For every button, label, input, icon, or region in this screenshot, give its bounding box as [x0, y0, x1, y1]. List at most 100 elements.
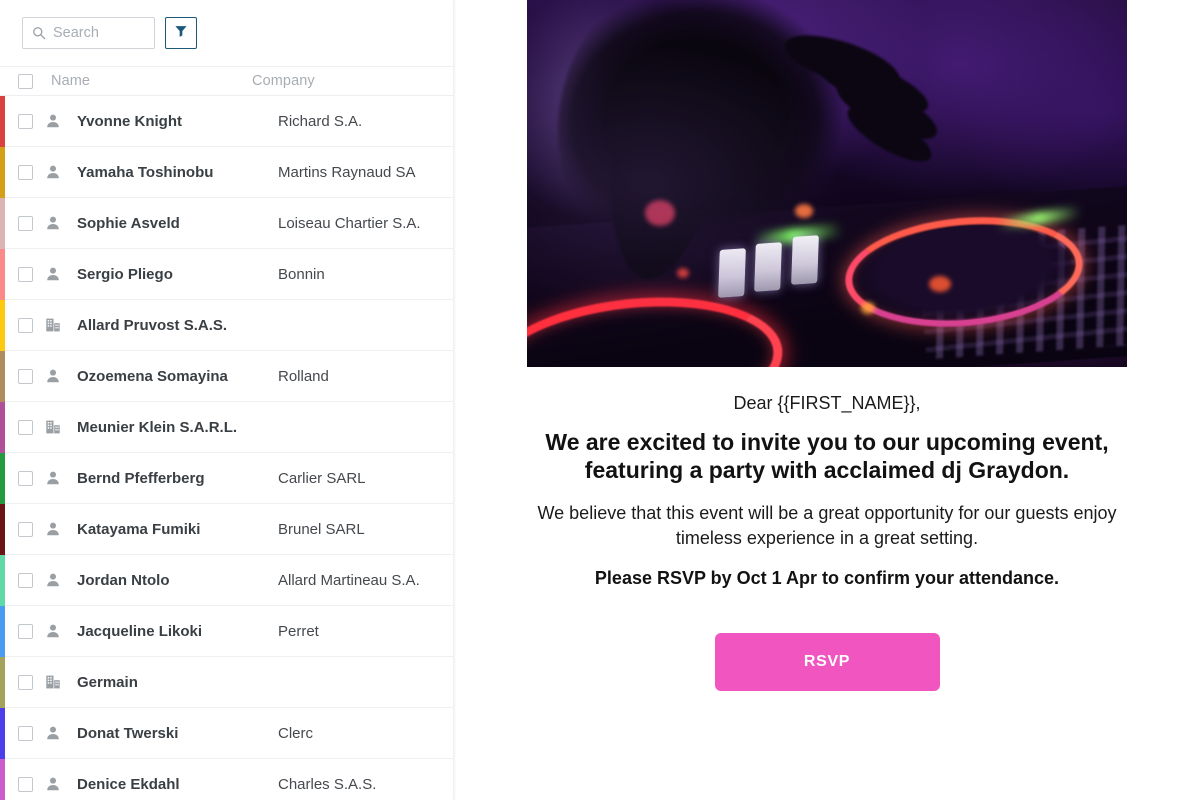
- email-preview-panel: Dear {{FIRST_NAME}}, We are excited to i…: [453, 0, 1200, 800]
- row-name: Jacqueline Likoki: [77, 622, 203, 640]
- row-checkbox-cell[interactable]: [5, 572, 45, 588]
- row-checkbox[interactable]: [17, 623, 33, 639]
- filter-button[interactable]: [165, 17, 197, 49]
- select-all-cell[interactable]: [5, 73, 45, 89]
- light-bokeh-5: [677, 268, 689, 278]
- row-name: Germain: [77, 673, 138, 691]
- row-checkbox-cell[interactable]: [5, 164, 45, 180]
- row-checkbox[interactable]: [17, 317, 33, 333]
- row-checkbox[interactable]: [17, 368, 33, 384]
- table-header-row: Name Company: [0, 66, 453, 96]
- email-paragraph: We believe that this event will be a gre…: [537, 502, 1117, 549]
- table-row[interactable]: Yamaha Toshinobu Martins Raynaud SA: [0, 147, 453, 198]
- person-icon: [45, 266, 71, 282]
- row-name: Donat Twerski: [77, 724, 179, 742]
- table-row[interactable]: Jacqueline Likoki Perret: [0, 606, 453, 657]
- mixer-fader-3: [791, 235, 819, 285]
- table-row[interactable]: Sophie Asveld Loiseau Chartier S.A.: [0, 198, 453, 249]
- building-icon: [45, 674, 71, 690]
- row-checkbox[interactable]: [17, 215, 33, 231]
- row-checkbox-cell[interactable]: [5, 521, 45, 537]
- row-checkbox-cell[interactable]: [5, 368, 45, 384]
- table-row[interactable]: Donat Twerski Clerc: [0, 708, 453, 759]
- email-text-body: Dear {{FIRST_NAME}}, We are excited to i…: [527, 367, 1127, 691]
- row-name: Jordan Ntolo: [77, 571, 170, 589]
- row-checkbox[interactable]: [17, 164, 33, 180]
- mixer-fader-2: [754, 242, 782, 292]
- row-company: Perret: [278, 622, 319, 640]
- table-row[interactable]: Meunier Klein S.A.R.L.: [0, 402, 453, 453]
- cta-wrapper: RSVP: [529, 632, 1125, 691]
- row-company: Martins Raynaud SA: [278, 163, 416, 181]
- row-company: Bonnin: [278, 265, 325, 283]
- column-header-company[interactable]: Company: [252, 73, 453, 89]
- row-checkbox[interactable]: [17, 521, 33, 537]
- select-all-checkbox[interactable]: [17, 73, 33, 89]
- row-checkbox-cell[interactable]: [5, 317, 45, 333]
- row-name: Denice Ekdahl: [77, 775, 180, 793]
- person-icon: [45, 725, 71, 741]
- column-header-name[interactable]: Name: [45, 73, 252, 89]
- row-checkbox-cell[interactable]: [5, 776, 45, 792]
- row-company: Loiseau Chartier S.A.: [278, 214, 421, 232]
- row-company: Charles S.A.S.: [278, 775, 377, 793]
- row-checkbox[interactable]: [17, 725, 33, 741]
- person-icon: [45, 368, 71, 384]
- search-box[interactable]: [22, 17, 155, 49]
- light-bokeh-2: [795, 204, 813, 218]
- row-name: Meunier Klein S.A.R.L.: [77, 418, 238, 436]
- list-toolbar: [0, 0, 453, 66]
- search-icon: [32, 26, 46, 40]
- table-row[interactable]: Allard Pruvost S.A.S.: [0, 300, 453, 351]
- row-checkbox[interactable]: [17, 113, 33, 129]
- app-root: Name Company Yvonne Knight Richard S.A. Ya…: [0, 0, 1200, 800]
- row-checkbox-cell[interactable]: [5, 725, 45, 741]
- person-icon: [45, 623, 71, 639]
- light-bokeh-4: [861, 302, 875, 314]
- table-row[interactable]: Jordan Ntolo Allard Martineau S.A.: [0, 555, 453, 606]
- light-bokeh-1: [645, 200, 675, 226]
- table-row[interactable]: Denice Ekdahl Charles S.A.S.: [0, 759, 453, 800]
- table-row[interactable]: Yvonne Knight Richard S.A.: [0, 96, 453, 147]
- row-checkbox-cell[interactable]: [5, 419, 45, 435]
- email-content: Dear {{FIRST_NAME}}, We are excited to i…: [527, 0, 1127, 691]
- person-icon: [45, 164, 71, 180]
- row-checkbox[interactable]: [17, 776, 33, 792]
- row-checkbox[interactable]: [17, 470, 33, 486]
- row-checkbox-cell[interactable]: [5, 623, 45, 639]
- row-name: Yvonne Knight: [77, 112, 182, 130]
- row-checkbox[interactable]: [17, 572, 33, 588]
- email-rsvp-deadline: Please RSVP by Oct 1 Apr to confirm your…: [594, 567, 1060, 588]
- row-company: Clerc: [278, 724, 314, 742]
- email-headline: We are excited to invite you to our upco…: [545, 429, 1109, 484]
- row-checkbox-cell[interactable]: [5, 113, 45, 129]
- table-row[interactable]: Germain: [0, 657, 453, 708]
- row-name: Katayama Fumiki: [77, 520, 201, 538]
- person-icon: [45, 776, 71, 792]
- mixer-fader-1: [718, 248, 746, 298]
- table-row[interactable]: Katayama Fumiki Brunel SARL: [0, 504, 453, 555]
- table-row[interactable]: Bernd Pfefferberg Carlier SARL: [0, 453, 453, 504]
- rsvp-button[interactable]: RSVP: [714, 632, 940, 691]
- search-input[interactable]: [53, 25, 154, 41]
- table-row[interactable]: Ozoemena Somayina Rolland: [0, 351, 453, 402]
- building-icon: [45, 419, 71, 435]
- table-row[interactable]: Sergio Pliego Bonnin: [0, 249, 453, 300]
- person-icon: [45, 470, 71, 486]
- row-name: Bernd Pfefferberg: [77, 469, 205, 487]
- row-checkbox[interactable]: [17, 674, 33, 690]
- filter-funnel-icon: [174, 24, 188, 43]
- row-checkbox-cell[interactable]: [5, 470, 45, 486]
- row-name: Sophie Asveld: [77, 214, 180, 232]
- person-icon: [45, 215, 71, 231]
- contacts-rows[interactable]: Yvonne Knight Richard S.A. Yamaha Toshinob…: [0, 96, 453, 800]
- row-checkbox[interactable]: [17, 419, 33, 435]
- row-checkbox-cell[interactable]: [5, 674, 45, 690]
- row-checkbox-cell[interactable]: [5, 266, 45, 282]
- row-company: Carlier SARL: [278, 469, 366, 487]
- row-company: Allard Martineau S.A.: [278, 571, 420, 589]
- row-checkbox[interactable]: [17, 266, 33, 282]
- person-icon: [45, 113, 71, 129]
- row-checkbox-cell[interactable]: [5, 215, 45, 231]
- row-company: Rolland: [278, 367, 329, 385]
